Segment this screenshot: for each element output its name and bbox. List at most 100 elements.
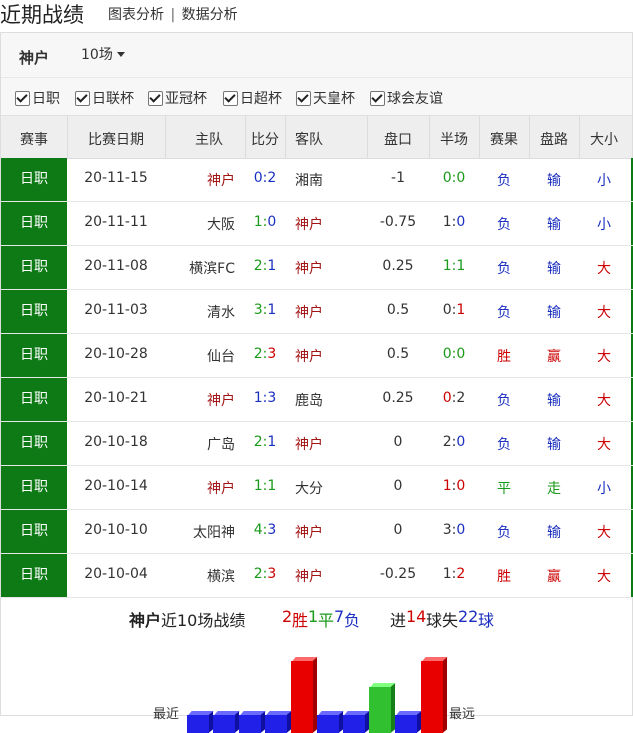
header-divider	[367, 116, 368, 158]
home-team[interactable]: 大阪	[165, 214, 235, 234]
score: 1:0	[245, 214, 285, 230]
away-team[interactable]: 神户	[295, 346, 365, 366]
home-team[interactable]: 清水	[165, 302, 235, 322]
table-row: 日职 20-11-08 横滨FC 2:1 神户 0.25 1:1 负 输 大	[1, 246, 633, 290]
handicap-result: 输	[547, 217, 561, 233]
filter-checkbox-6[interactable]: 球会友谊	[370, 88, 443, 108]
bar-side	[443, 657, 447, 733]
match-result: 胜	[497, 569, 511, 585]
table-header: 赛事 比赛日期 主队 比分 客队 盘口 半场 赛果 盘路 大小	[1, 115, 632, 159]
link-separator: |	[170, 7, 176, 23]
checkbox-checked-icon[interactable]	[223, 90, 238, 106]
league-badge: 日职	[1, 422, 67, 465]
match-table: 日职 20-11-15 神户 0:2 湘南 -1 0:0 负输小日职 20-11-11 大阪 1:0…	[1, 158, 633, 598]
away-team[interactable]: 神户	[295, 258, 365, 278]
away-team[interactable]: 湘南	[295, 170, 365, 190]
competition-filter-row: 日职 日联杯 亚冠杯 日超杯 天皇杯 球会友谊	[1, 77, 632, 116]
half-away: 1	[456, 302, 466, 318]
match-result: 负	[497, 217, 511, 233]
score: 4:3	[245, 522, 285, 538]
over-under-result: 大	[597, 437, 611, 453]
league-badge: 日职	[1, 510, 67, 553]
home-team[interactable]: 横滨FC	[165, 258, 235, 278]
home-team[interactable]: 太阳神	[165, 522, 235, 542]
home-team[interactable]: 仙台	[165, 346, 235, 366]
team-name: 神户	[19, 49, 50, 67]
table-row: 日职 20-10-21 神户 1:3 鹿岛 0.25 0:2 负 输 大	[1, 378, 633, 422]
home-team[interactable]: 神户	[165, 170, 235, 190]
section-header: 近期战绩 图表分析 | 数据分析	[0, 0, 633, 32]
away-team[interactable]: 神户	[295, 434, 365, 454]
column-header-9[interactable]: 盘路	[529, 129, 579, 149]
column-header-4[interactable]: 比分	[245, 129, 285, 149]
away-team[interactable]: 神户	[295, 566, 365, 586]
half-home: 2	[442, 434, 452, 450]
score-home: 2	[253, 434, 263, 450]
column-header-6[interactable]: 盘口	[367, 129, 429, 149]
half-home: 1	[442, 478, 452, 494]
away-team[interactable]: 神户	[295, 302, 365, 322]
filter-checkbox-5[interactable]: 天皇杯	[296, 88, 355, 108]
handicap-result: 赢	[547, 569, 561, 585]
score-home: 1	[253, 478, 263, 494]
bar-face	[265, 715, 287, 733]
half-time-score: 0:2	[429, 390, 479, 406]
column-header-2[interactable]: 比赛日期	[67, 129, 165, 149]
bar-face	[421, 661, 443, 733]
form-bar-6	[317, 711, 344, 733]
over-under-result: 大	[597, 393, 611, 409]
score-away: 1	[267, 258, 277, 274]
match-date: 20-11-11	[84, 214, 148, 230]
filter-checkbox-1[interactable]: 日职	[15, 88, 60, 108]
half-away: 0	[456, 434, 466, 450]
data-analysis-link[interactable]: 数据分析	[182, 7, 238, 23]
half-time-score: 1:0	[429, 214, 479, 230]
away-team[interactable]: 神户	[295, 214, 365, 234]
header-divider	[245, 116, 246, 158]
checkbox-checked-icon[interactable]	[75, 90, 90, 106]
home-team[interactable]: 神户	[165, 478, 235, 498]
column-header-7[interactable]: 半场	[429, 129, 479, 149]
bar-face	[239, 715, 261, 733]
home-team[interactable]: 神户	[165, 390, 235, 410]
checkbox-checked-icon[interactable]	[370, 90, 385, 106]
checkbox-checked-icon[interactable]	[15, 90, 30, 106]
filter-checkbox-2[interactable]: 日联杯	[75, 88, 134, 108]
column-header-5[interactable]: 客队	[295, 129, 365, 149]
form-bar-3	[239, 711, 266, 733]
form-bar-8	[369, 683, 396, 733]
match-count-dropdown[interactable]: 10场	[81, 44, 125, 64]
match-count-label: 10场	[81, 47, 113, 63]
handicap: 0.25	[382, 258, 414, 274]
column-header-10[interactable]: 大小	[579, 129, 629, 149]
away-team[interactable]: 鹿岛	[295, 390, 365, 410]
chart-analysis-link[interactable]: 图表分析	[108, 7, 164, 23]
column-header-3[interactable]: 主队	[165, 129, 223, 149]
checkbox-checked-icon[interactable]	[296, 90, 311, 106]
league-badge: 日职	[1, 202, 67, 245]
score: 2:1	[245, 434, 285, 450]
match-date: 20-10-18	[84, 434, 148, 450]
score-home: 2	[253, 566, 263, 582]
column-header-1[interactable]: 赛事	[1, 129, 67, 149]
checkbox-checked-icon[interactable]	[148, 90, 163, 106]
score-home: 0	[253, 170, 263, 186]
home-team[interactable]: 横滨	[165, 566, 235, 586]
half-time-score: 3:0	[429, 522, 479, 538]
table-row: 日职 20-11-03 清水 3:1 神户 0.5 0:1 负 输 大	[1, 290, 633, 334]
half-time-score: 1:1	[429, 258, 479, 274]
filter-checkbox-3[interactable]: 亚冠杯	[148, 88, 207, 108]
score-away: 1	[267, 434, 277, 450]
league-badge: 日职	[1, 554, 67, 597]
filter-checkbox-4[interactable]: 日超杯	[223, 88, 282, 108]
half-home: 3	[442, 522, 452, 538]
handicap: -0.75	[379, 214, 417, 230]
half-away: 1	[456, 258, 466, 274]
score-home: 1	[253, 390, 263, 406]
away-team[interactable]: 神户	[295, 522, 365, 542]
handicap: -1	[391, 170, 405, 186]
home-team[interactable]: 广岛	[165, 434, 235, 454]
column-header-8[interactable]: 赛果	[479, 129, 529, 149]
away-team[interactable]: 大分	[295, 478, 365, 498]
form-bar-1	[187, 711, 214, 733]
